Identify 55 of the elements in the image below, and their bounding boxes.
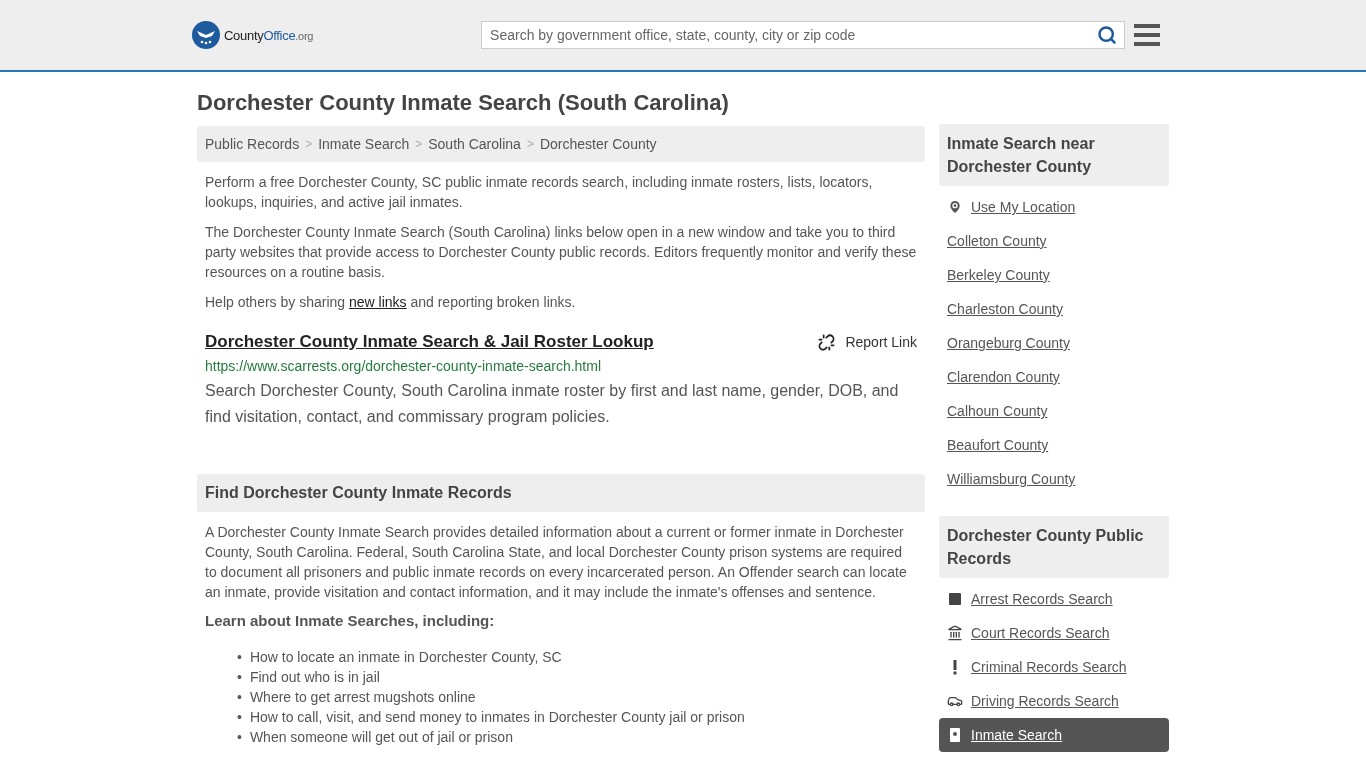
- breadcrumb-link[interactable]: Public Records: [205, 136, 300, 152]
- result-title-link[interactable]: Dorchester County Inmate Search & Jail Roster Lookup: [205, 332, 654, 352]
- menu-icon[interactable]: [1134, 24, 1161, 46]
- share-paragraph: Help others by sharing new links and reporting broken links.: [205, 293, 577, 312]
- sidebar-link[interactable]: Williamsburg County: [939, 462, 1169, 496]
- sidebar-link[interactable]: Use My Location: [939, 190, 1169, 224]
- bullet-item: Where to get arrest mugshots online: [249, 688, 476, 707]
- logo-text[interactable]: CountyOffice.org: [224, 27, 314, 43]
- sidebar-link[interactable]: Berkeley County: [939, 258, 1169, 292]
- sidebar-link[interactable]: Criminal Records Search: [939, 650, 1169, 684]
- breadcrumb-link[interactable]: South Carolina: [428, 136, 521, 152]
- intro-paragraph: Perform a free Dorchester County, SC public inmate records search, including inmate rosters, lists, locators, lookups, inquiries, and active jail inmates.: [205, 173, 874, 212]
- report-link[interactable]: Report Link: [818, 333, 917, 351]
- sidebar-link[interactable]: Arrest Records Search: [939, 582, 1169, 616]
- location-pin-icon: [947, 199, 963, 215]
- new-links-link[interactable]: new links: [348, 294, 407, 310]
- breadcrumb-separator: >: [526, 137, 534, 151]
- sidebar-link[interactable]: Court Records Search: [939, 616, 1169, 650]
- bullet-marker: •: [237, 668, 242, 687]
- bullet-marker: •: [237, 708, 242, 727]
- search-icon[interactable]: [1097, 25, 1118, 45]
- section-subheading: Learn about Inmate Searches, including:: [205, 612, 496, 629]
- breadcrumb-separator: >: [305, 137, 313, 151]
- bullet-marker: •: [237, 648, 242, 667]
- id-badge-icon: [947, 727, 963, 743]
- bullet-item: When someone will get out of jail or prison: [249, 728, 513, 747]
- search-field[interactable]: Search by government office, state, county, city or zip code: [481, 21, 1126, 49]
- sidebar-link[interactable]: Calhoun County: [939, 394, 1169, 428]
- result-description: Search Dorchester County, South Carolina inmate roster by first and last name, gender, DOB, and find visitation, contact, and commissary program policies.: [205, 381, 900, 427]
- sidebar-link[interactable]: Colleton County: [939, 224, 1169, 258]
- bullet-marker: •: [237, 688, 242, 707]
- sidebar-link[interactable]: Beaufort County: [939, 428, 1169, 462]
- breadcrumb-link[interactable]: Inmate Search: [318, 136, 410, 152]
- section-paragraph: A Dorchester County Inmate Search provides detailed information about a current or former inmate in Dorchester County, South Carolina. Federal, South Carolina State, and local Dorchester County prison systems are required to document all prisoners and public inmate records on every incarcerated person. An Offender search can locate an inmate, provide visitation and contact information, and it may include the inmate's offenses and sentence.: [205, 523, 908, 602]
- page-title: Dorchester County Inmate Search (South Carolina): [197, 90, 730, 116]
- sidebar-heading: Dorchester County Public Records: [939, 516, 1169, 578]
- section-heading: Find Dorchester County Inmate Records: [197, 474, 925, 512]
- sidebar-link[interactable]: Charleston County: [939, 292, 1169, 326]
- result-url: https://www.scarrests.org/dorchester-county-inmate-search.html: [205, 358, 603, 374]
- sidebar-link[interactable]: Orangeburg County: [939, 326, 1169, 360]
- eagle-logo-icon: [192, 21, 220, 49]
- breadcrumb-separator: >: [415, 137, 423, 151]
- sidebar-link[interactable]: Driving Records Search: [939, 684, 1169, 718]
- breadcrumb-link[interactable]: Dorchester County: [539, 136, 657, 152]
- broken-link-icon: [818, 333, 836, 351]
- sidebar-link[interactable]: Clarendon County: [939, 360, 1169, 394]
- square-icon: [947, 591, 963, 607]
- bullet-item: Find out who is in jail: [249, 668, 380, 687]
- bullet-item: How to call, visit, and send money to inmates in Dorchester County jail or prison: [249, 708, 745, 727]
- courthouse-icon: [947, 625, 963, 641]
- bullet-item: How to locate an inmate in Dorchester County, SC: [249, 648, 562, 667]
- bullet-marker: •: [237, 728, 242, 747]
- sidebar-link[interactable]: Inmate Search: [939, 718, 1169, 752]
- sidebar-heading: Inmate Search near Dorchester County: [939, 124, 1169, 186]
- intro-paragraph: The Dorchester County Inmate Search (South Carolina) links below open in a new window and take you to third party websites that provide access to Dorchester County public records. Editors frequently monitor and verify these resources on a routine basis.: [205, 223, 917, 282]
